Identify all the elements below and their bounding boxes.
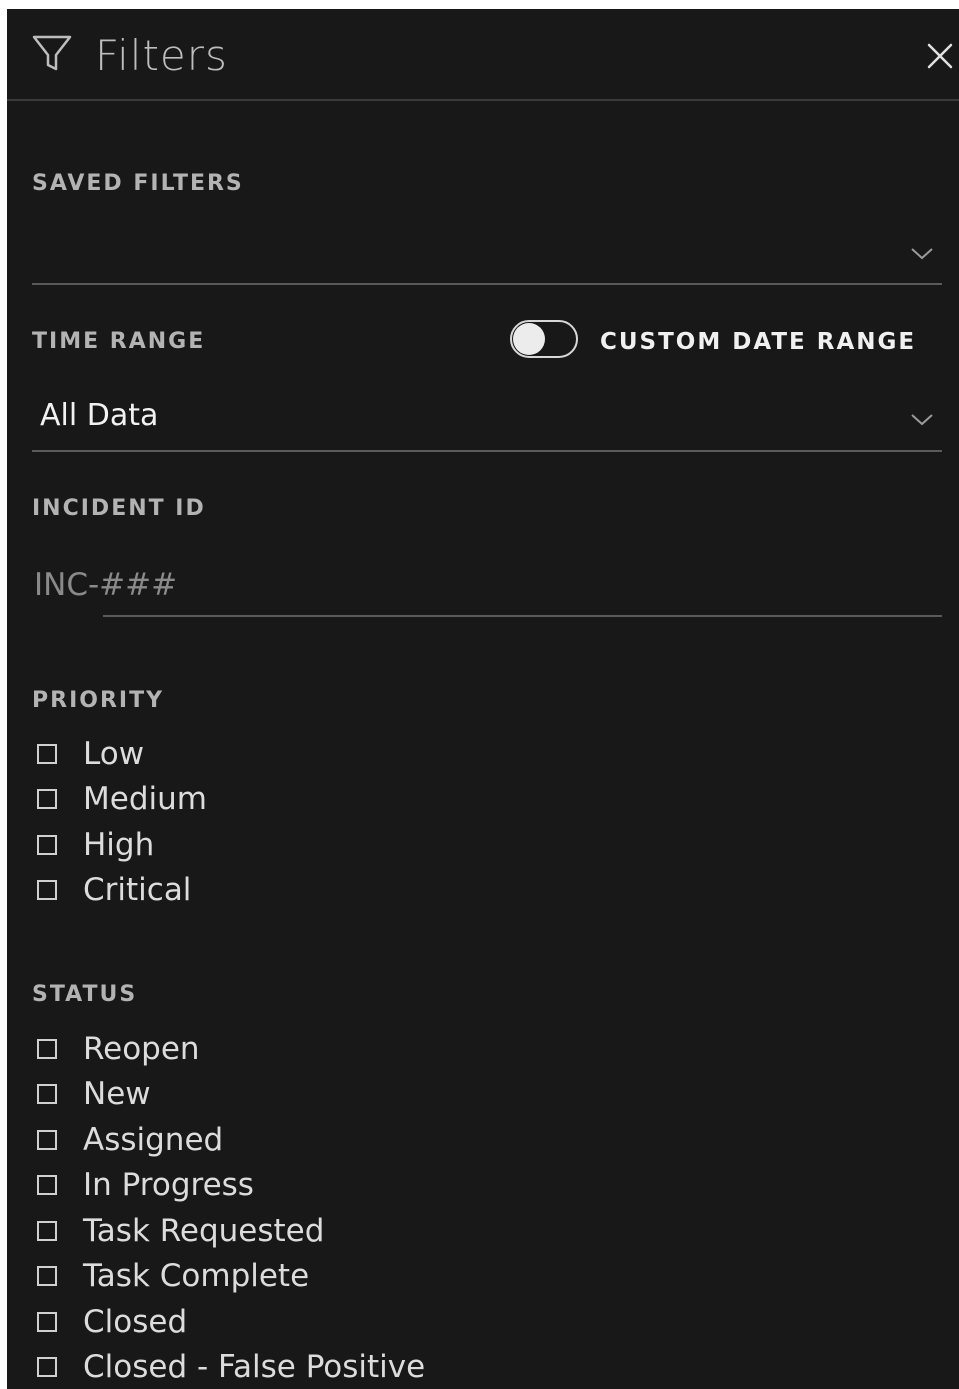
status-option-closed[interactable]: Closed <box>37 1299 425 1345</box>
priority-option-critical[interactable]: Critical <box>37 868 207 914</box>
checkbox[interactable] <box>37 1175 57 1196</box>
checkbox[interactable] <box>37 1357 57 1378</box>
status-option-in-progress[interactable]: In Progress <box>37 1163 425 1209</box>
panel-title: Filters <box>95 31 228 80</box>
time-range-select[interactable]: All Data <box>32 385 942 452</box>
option-label: Medium <box>83 781 207 818</box>
status-option-task-complete[interactable]: Task Complete <box>37 1254 425 1300</box>
custom-date-range-toggle[interactable] <box>510 320 578 358</box>
saved-filters-label: SAVED FILTERS <box>32 171 244 196</box>
custom-date-range-label: CUSTOM DATE RANGE <box>600 329 917 355</box>
time-range-value: All Data <box>40 398 159 433</box>
status-option-reopen[interactable]: Reopen <box>37 1026 425 1072</box>
priority-label: PRIORITY <box>32 688 165 713</box>
option-label: Assigned <box>83 1121 224 1158</box>
checkbox[interactable] <box>37 1311 57 1332</box>
incident-id-input[interactable] <box>32 554 944 616</box>
status-option-task-requested[interactable]: Task Requested <box>37 1208 425 1254</box>
time-range-label: TIME RANGE <box>32 329 206 354</box>
priority-option-low[interactable]: Low <box>37 731 207 777</box>
status-option-assigned[interactable]: Assigned <box>37 1117 425 1163</box>
priority-options: Low Medium High Critical <box>37 731 207 913</box>
status-options: Reopen New Assigned In Progress Task Req… <box>37 1026 425 1389</box>
checkbox[interactable] <box>37 1038 57 1059</box>
checkbox[interactable] <box>37 743 57 764</box>
option-label: Closed <box>83 1303 188 1340</box>
incident-id-label: INCIDENT ID <box>32 496 206 521</box>
priority-option-medium[interactable]: Medium <box>37 777 207 823</box>
option-label: Critical <box>83 872 192 909</box>
checkbox[interactable] <box>37 834 57 855</box>
funnel-icon <box>32 35 72 71</box>
checkbox[interactable] <box>37 1084 57 1105</box>
incident-id-underline <box>103 615 942 617</box>
option-label: Low <box>83 735 145 772</box>
option-label: Task Requested <box>83 1212 325 1249</box>
checkbox[interactable] <box>37 1266 57 1287</box>
option-label: In Progress <box>83 1167 254 1204</box>
option-label: New <box>83 1076 151 1113</box>
option-label: Reopen <box>83 1030 200 1067</box>
panel-header: Filters <box>7 9 959 101</box>
status-option-new[interactable]: New <box>37 1072 425 1118</box>
option-label: High <box>83 826 155 863</box>
status-label: STATUS <box>32 982 138 1007</box>
checkbox[interactable] <box>37 789 57 810</box>
priority-option-high[interactable]: High <box>37 822 207 868</box>
toggle-knob <box>513 323 545 355</box>
saved-filters-select[interactable] <box>32 219 942 285</box>
close-icon[interactable] <box>926 42 954 70</box>
option-label: Task Complete <box>83 1258 310 1295</box>
chevron-down-icon <box>911 248 933 260</box>
checkbox[interactable] <box>37 1129 57 1150</box>
option-label: Closed - False Positive <box>83 1349 426 1386</box>
chevron-down-icon <box>911 414 933 426</box>
filters-panel: Filters SAVED FILTERS TIME RANGE CUSTOM … <box>7 9 959 1389</box>
checkbox[interactable] <box>37 880 57 901</box>
checkbox[interactable] <box>37 1220 57 1241</box>
status-option-closed-false-positive[interactable]: Closed - False Positive <box>37 1345 425 1389</box>
